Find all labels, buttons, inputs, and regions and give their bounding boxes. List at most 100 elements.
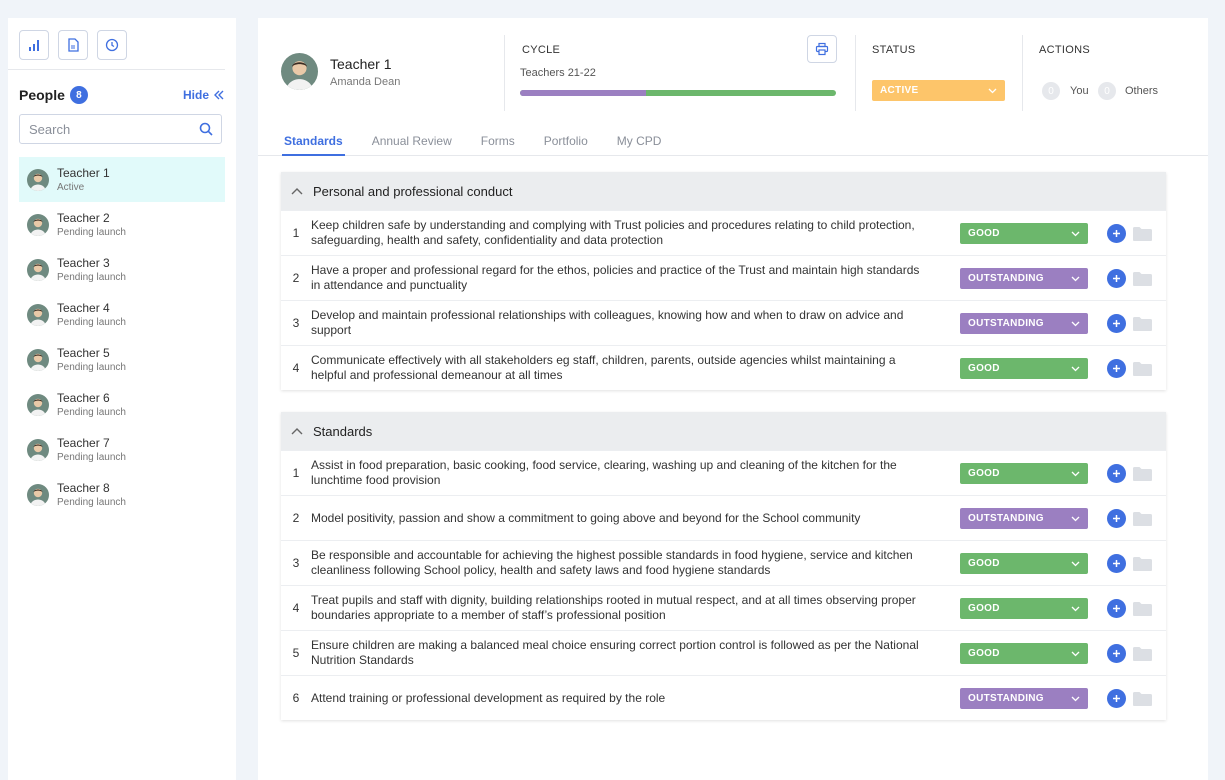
plus-icon — [1113, 320, 1120, 327]
actions-others-label[interactable]: Others — [1125, 85, 1158, 97]
add-evidence-button[interactable] — [1107, 554, 1126, 573]
people-search[interactable] — [19, 114, 222, 144]
actions-you-label[interactable]: You — [1070, 85, 1089, 97]
rating-value: GOOD — [968, 228, 1000, 239]
person-item[interactable]: Teacher 1 Active — [19, 157, 225, 202]
chevron-up-icon[interactable] — [291, 427, 303, 435]
person-status: Pending launch — [57, 227, 126, 238]
tab-forms[interactable]: Forms — [479, 126, 517, 156]
people-sidebar: People 8 Hide Teacher 1 Active Teacher 2 P… — [8, 18, 236, 780]
add-evidence-button[interactable] — [1107, 599, 1126, 618]
folder-icon[interactable] — [1132, 225, 1153, 242]
rating-dropdown[interactable]: GOOD — [960, 598, 1088, 619]
rating-dropdown[interactable]: OUTSTANDING — [960, 508, 1088, 529]
print-button[interactable] — [807, 35, 837, 63]
search-icon[interactable] — [199, 122, 213, 136]
tab-standards[interactable]: Standards — [282, 126, 345, 156]
history-button[interactable] — [97, 30, 127, 60]
plus-icon — [1113, 605, 1120, 612]
person-status: Pending launch — [57, 497, 126, 508]
standard-text: Ensure children are making a balanced me… — [311, 638, 919, 667]
person-name: Teacher 7 — [57, 436, 110, 450]
folder-icon[interactable] — [1132, 645, 1153, 662]
teacher-name: Teacher 1 — [330, 56, 392, 72]
rating-dropdown[interactable]: OUTSTANDING — [960, 688, 1088, 709]
add-evidence-button[interactable] — [1107, 269, 1126, 288]
person-item[interactable]: Teacher 4 Pending launch — [19, 292, 225, 337]
status-value: ACTIVE — [880, 85, 919, 96]
person-name: Teacher 2 — [57, 211, 110, 225]
standard-row: 1 Assist in food preparation, basic cook… — [281, 450, 1166, 495]
chevron-up-icon[interactable] — [291, 187, 303, 195]
plus-icon — [1113, 560, 1120, 567]
plus-icon — [1113, 695, 1120, 702]
person-item[interactable]: Teacher 2 Pending launch — [19, 202, 225, 247]
folder-icon[interactable] — [1132, 360, 1153, 377]
search-input[interactable] — [29, 121, 179, 137]
plus-icon — [1113, 650, 1120, 657]
chevron-down-icon — [1071, 651, 1080, 656]
folder-icon[interactable] — [1132, 555, 1153, 572]
add-evidence-button[interactable] — [1107, 644, 1126, 663]
avatar — [27, 168, 49, 191]
section-header[interactable]: Personal and professional conduct — [281, 172, 1166, 210]
standard-text: Communicate effectively with all stakeho… — [311, 353, 896, 382]
rating-dropdown[interactable]: GOOD — [960, 223, 1088, 244]
add-evidence-button[interactable] — [1107, 464, 1126, 483]
folder-icon[interactable] — [1132, 315, 1153, 332]
divider — [504, 35, 505, 111]
status-dropdown[interactable]: ACTIVE — [872, 80, 1005, 101]
documents-button[interactable] — [58, 30, 88, 60]
rating-dropdown[interactable]: GOOD — [960, 643, 1088, 664]
person-name: Teacher 8 — [57, 481, 110, 495]
rating-dropdown[interactable]: GOOD — [960, 358, 1088, 379]
folder-icon[interactable] — [1132, 465, 1153, 482]
actions-you-count: 0 — [1042, 82, 1060, 100]
cycle-label: CYCLE — [522, 44, 561, 56]
add-evidence-button[interactable] — [1107, 689, 1126, 708]
main-panel: Teacher 1 Amanda Dean CYCLE Teachers 21-… — [258, 18, 1208, 780]
chevron-down-icon — [1071, 231, 1080, 236]
person-item[interactable]: Teacher 3 Pending launch — [19, 247, 225, 292]
person-item[interactable]: Teacher 6 Pending launch — [19, 382, 225, 427]
folder-icon[interactable] — [1132, 690, 1153, 707]
tab-annual-review[interactable]: Annual Review — [370, 126, 454, 156]
plus-icon — [1113, 515, 1120, 522]
standard-number: 4 — [292, 601, 300, 615]
person-item[interactable]: Teacher 8 Pending launch — [19, 472, 225, 517]
person-item[interactable]: Teacher 7 Pending launch — [19, 427, 225, 472]
folder-icon[interactable] — [1132, 510, 1153, 527]
tab-portfolio[interactable]: Portfolio — [542, 126, 590, 156]
add-evidence-button[interactable] — [1107, 224, 1126, 243]
rating-dropdown[interactable]: OUTSTANDING — [960, 313, 1088, 334]
person-name: Teacher 6 — [57, 391, 110, 405]
standard-row: 4 Communicate effectively with all stake… — [281, 345, 1166, 390]
person-item[interactable]: Teacher 5 Pending launch — [19, 337, 225, 382]
chevron-down-icon — [1071, 276, 1080, 281]
double-chevron-left-icon — [214, 90, 224, 100]
add-evidence-button[interactable] — [1107, 314, 1126, 333]
section-header[interactable]: Standards — [281, 412, 1166, 450]
rating-value: GOOD — [968, 558, 1000, 569]
rating-dropdown[interactable]: OUTSTANDING — [960, 268, 1088, 289]
rating-value: GOOD — [968, 603, 1000, 614]
standard-number: 2 — [292, 271, 300, 285]
standard-number: 4 — [292, 361, 300, 375]
folder-icon[interactable] — [1132, 270, 1153, 287]
rating-value: GOOD — [968, 648, 1000, 659]
printer-icon — [815, 42, 829, 56]
hide-sidebar-button[interactable]: Hide — [183, 88, 224, 102]
bar-chart-icon — [29, 40, 39, 51]
tab-my-cpd[interactable]: My CPD — [615, 126, 664, 156]
standard-row: 6 Attend training or professional develo… — [281, 675, 1166, 720]
rating-dropdown[interactable]: GOOD — [960, 463, 1088, 484]
chevron-down-icon — [1071, 516, 1080, 521]
folder-icon[interactable] — [1132, 600, 1153, 617]
add-evidence-button[interactable] — [1107, 359, 1126, 378]
chevron-down-icon — [1071, 606, 1080, 611]
rating-dropdown[interactable]: GOOD — [960, 553, 1088, 574]
person-name: Teacher 3 — [57, 256, 110, 270]
chevron-down-icon — [1071, 366, 1080, 371]
reports-button[interactable] — [19, 30, 49, 60]
add-evidence-button[interactable] — [1107, 509, 1126, 528]
